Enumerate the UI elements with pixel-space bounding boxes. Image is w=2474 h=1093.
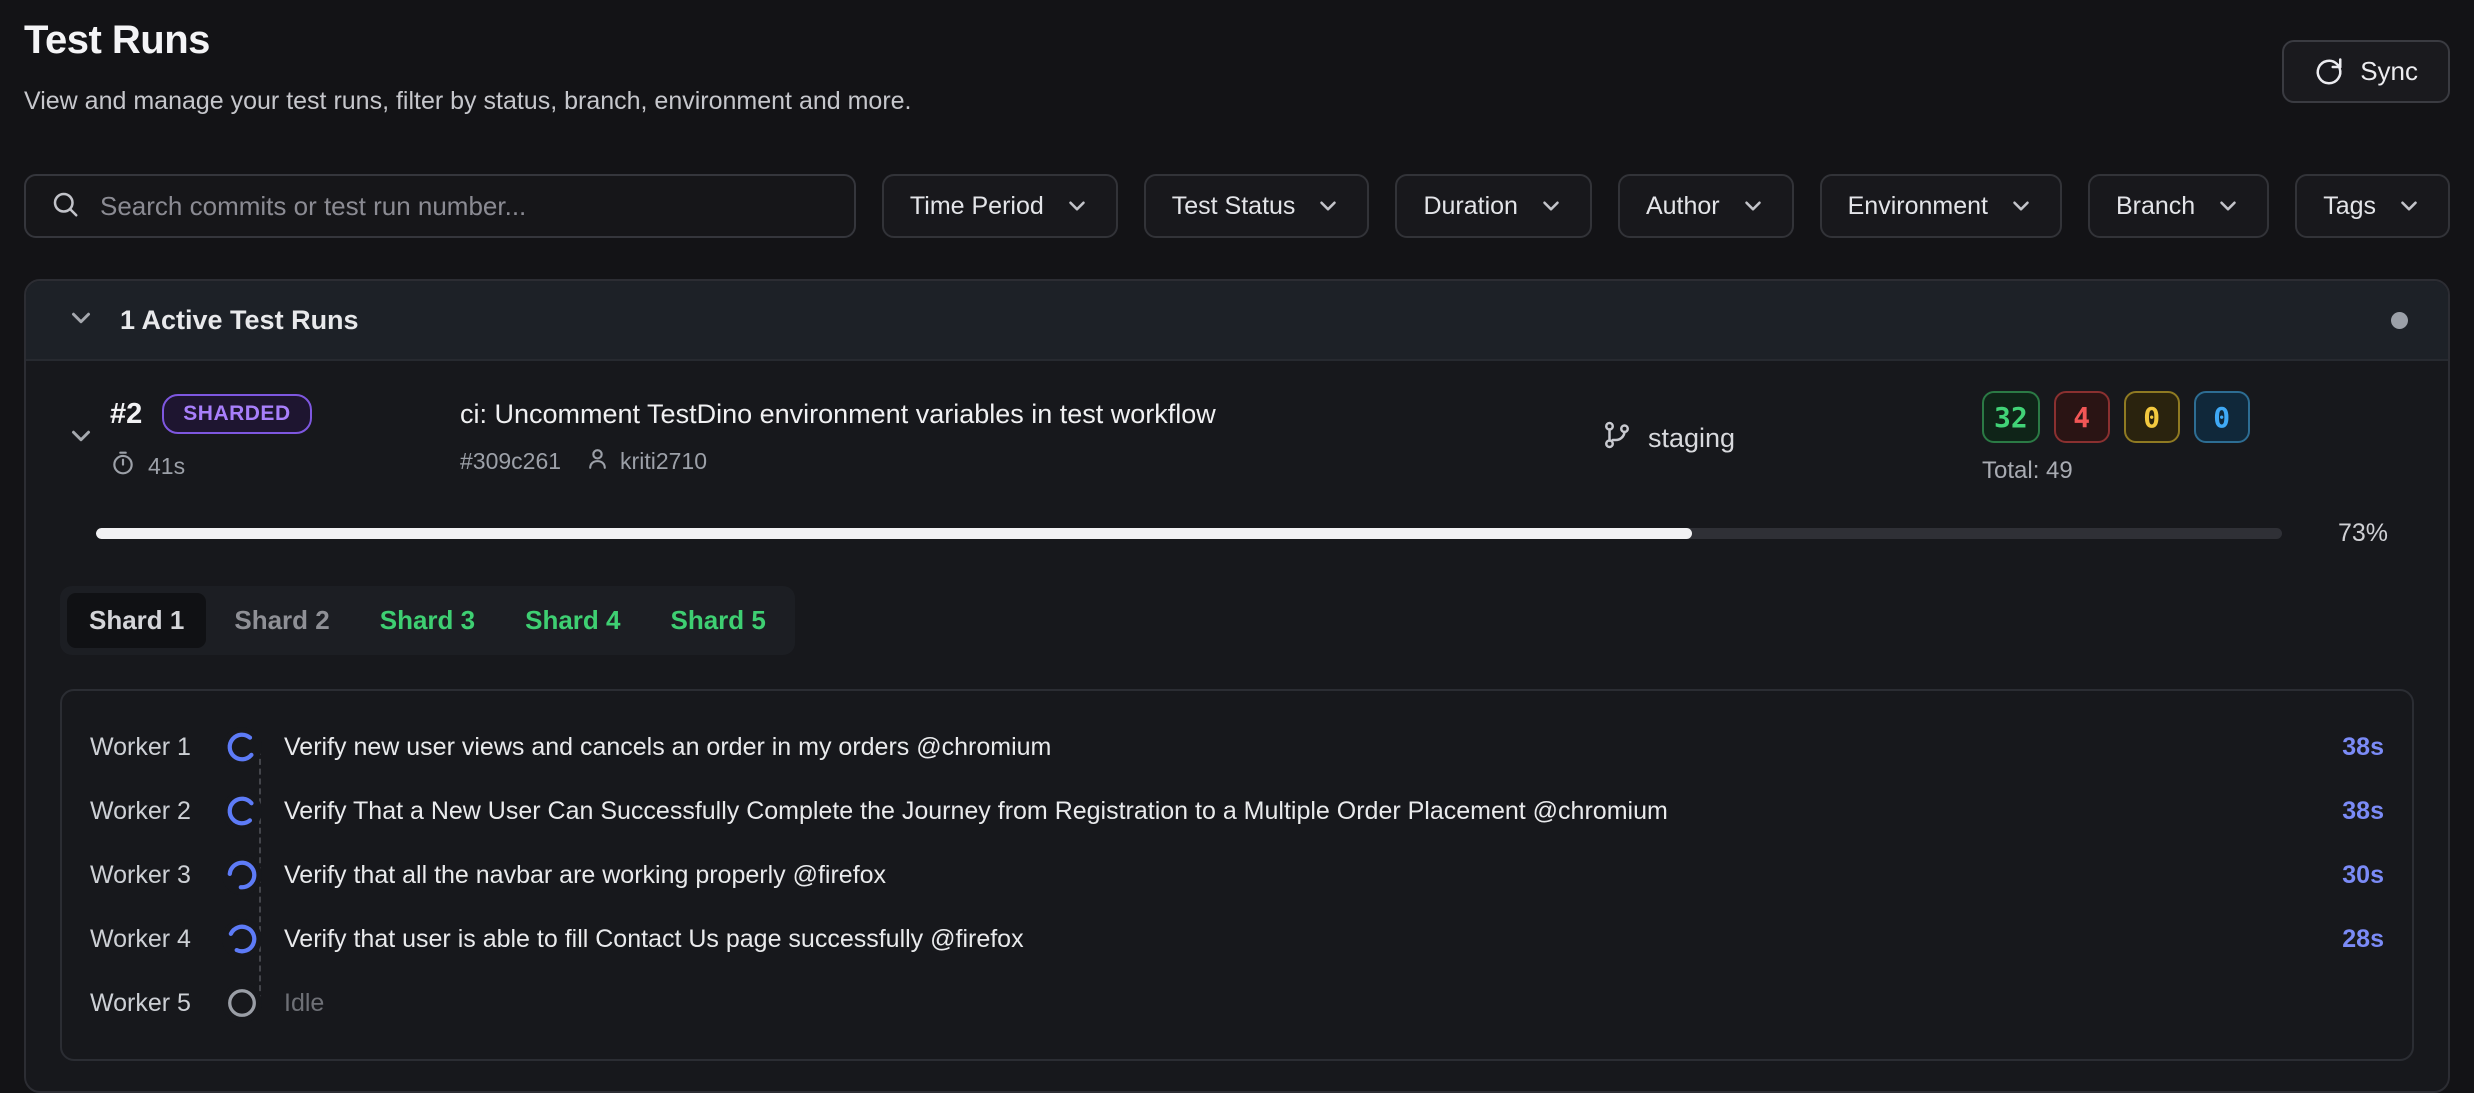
worker-row: Worker 3 Verify that all the navbar are …	[90, 843, 2384, 907]
run-elapsed-time: 41s	[148, 453, 185, 480]
worker-row: Worker 5 Idle	[90, 971, 2384, 1035]
filter-duration[interactable]: Duration	[1395, 174, 1592, 238]
run-number: #2	[110, 398, 142, 431]
branch-column: staging	[1602, 420, 1982, 457]
worker-test-name: Verify that all the navbar are working p…	[284, 861, 2322, 890]
flaky-count-badge: 0	[2124, 391, 2180, 443]
search-box[interactable]	[24, 174, 856, 238]
test-runs-page: Test Runs View and manage your test runs…	[0, 0, 2474, 1060]
sync-label: Sync	[2360, 56, 2418, 87]
filter-label: Environment	[1848, 192, 1988, 221]
spinner-icon	[222, 919, 262, 959]
chevron-down-icon	[1064, 193, 1090, 219]
stats-column: 32 4 0 0 Total: 49	[1982, 391, 2252, 485]
chevron-down-icon	[66, 303, 96, 338]
page-header: Test Runs View and manage your test runs…	[24, 0, 2450, 116]
user-icon	[585, 446, 610, 477]
run-id-column: #2 SHARDED 41s	[110, 394, 460, 482]
active-section-header[interactable]: 1 Active Test Runs	[26, 281, 2448, 361]
test-run-row[interactable]: #2 SHARDED 41s ci: Uncomment TestDino en…	[26, 361, 2448, 493]
filter-label: Test Status	[1172, 192, 1296, 221]
worker-duration: 28s	[2342, 925, 2384, 954]
filter-author[interactable]: Author	[1618, 174, 1794, 238]
worker-row: Worker 2 Verify That a New User Can Succ…	[90, 779, 2384, 843]
tab-shard-4[interactable]: Shard 4	[503, 593, 642, 648]
worker-label: Worker 5	[90, 989, 222, 1018]
worker-row: Worker 1 Verify new user views and cance…	[90, 715, 2384, 779]
spinner-icon	[222, 855, 262, 895]
filter-environment[interactable]: Environment	[1820, 174, 2062, 238]
filter-label: Duration	[1423, 192, 1518, 221]
filter-tags[interactable]: Tags	[2295, 174, 2450, 238]
sync-button[interactable]: Sync	[2282, 40, 2450, 103]
filter-label: Tags	[2323, 192, 2376, 221]
chevron-down-icon	[66, 421, 96, 456]
worker-duration: 30s	[2342, 861, 2384, 890]
run-expander[interactable]	[66, 421, 110, 456]
live-indicator-dot	[2391, 312, 2408, 329]
tab-shard-5[interactable]: Shard 5	[649, 593, 788, 648]
filter-label: Time Period	[910, 192, 1044, 221]
progress-bar	[96, 528, 2282, 539]
spinner-icon	[222, 727, 262, 767]
total-tests-label: Total: 49	[1982, 457, 2252, 485]
commit-author: kriti2710	[620, 448, 707, 475]
search-icon	[50, 189, 80, 224]
worker-row: Worker 4 Verify that user is able to fil…	[90, 907, 2384, 971]
progress-percent-label: 73%	[2318, 519, 2388, 548]
worker-label: Worker 3	[90, 861, 222, 890]
filter-test-status[interactable]: Test Status	[1144, 174, 1370, 238]
tab-shard-2[interactable]: Shard 2	[212, 593, 351, 648]
chevron-down-icon	[2008, 193, 2034, 219]
chevron-down-icon	[1315, 193, 1341, 219]
spinner-icon	[222, 791, 262, 831]
stopwatch-icon	[110, 450, 136, 482]
shard-tabs: Shard 1 Shard 2 Shard 3 Shard 4 Shard 5	[60, 586, 795, 655]
worker-label: Worker 4	[90, 925, 222, 954]
worker-test-name: Verify That a New User Can Successfully …	[284, 797, 2322, 826]
worker-panel: Worker 1 Verify new user views and cance…	[60, 689, 2414, 1061]
progress-fill	[96, 528, 1692, 539]
active-section-title: 1 Active Test Runs	[120, 305, 359, 336]
commit-column: ci: Uncomment TestDino environment varia…	[460, 399, 1602, 477]
filter-time-period[interactable]: Time Period	[882, 174, 1118, 238]
filter-branch[interactable]: Branch	[2088, 174, 2269, 238]
search-input[interactable]	[100, 191, 830, 222]
worker-duration: 38s	[2342, 797, 2384, 826]
passed-count-badge: 32	[1982, 391, 2040, 443]
filter-label: Author	[1646, 192, 1720, 221]
filter-label: Branch	[2116, 192, 2195, 221]
commit-message: ci: Uncomment TestDino environment varia…	[460, 399, 1602, 430]
skipped-count-badge: 0	[2194, 391, 2250, 443]
run-progress-row: 73%	[26, 493, 2448, 548]
chevron-down-icon	[1538, 193, 1564, 219]
worker-test-name: Verify new user views and cancels an ord…	[284, 733, 2322, 762]
page-header-text: Test Runs View and manage your test runs…	[24, 18, 912, 116]
idle-circle-icon	[222, 983, 262, 1023]
chevron-down-icon	[2396, 193, 2422, 219]
page-title: Test Runs	[24, 18, 912, 62]
chevron-down-icon	[1740, 193, 1766, 219]
worker-duration: 38s	[2342, 733, 2384, 762]
filter-row: Time Period Test Status Duration Author …	[24, 174, 2450, 238]
tab-shard-3[interactable]: Shard 3	[358, 593, 497, 648]
commit-hash: #309c261	[460, 448, 561, 475]
worker-test-name: Verify that user is able to fill Contact…	[284, 925, 2322, 954]
worker-label: Worker 1	[90, 733, 222, 762]
chevron-down-icon	[2215, 193, 2241, 219]
worker-label: Worker 2	[90, 797, 222, 826]
git-branch-icon	[1602, 420, 1632, 457]
tab-shard-1[interactable]: Shard 1	[67, 593, 206, 648]
worker-test-name: Idle	[284, 989, 2364, 1018]
sharded-badge: SHARDED	[162, 394, 311, 434]
refresh-icon	[2314, 57, 2344, 87]
failed-count-badge: 4	[2054, 391, 2110, 443]
page-subtitle: View and manage your test runs, filter b…	[24, 86, 912, 116]
active-test-runs-card: 1 Active Test Runs #2 SHARDED	[24, 279, 2450, 1093]
branch-name: staging	[1648, 423, 1735, 454]
